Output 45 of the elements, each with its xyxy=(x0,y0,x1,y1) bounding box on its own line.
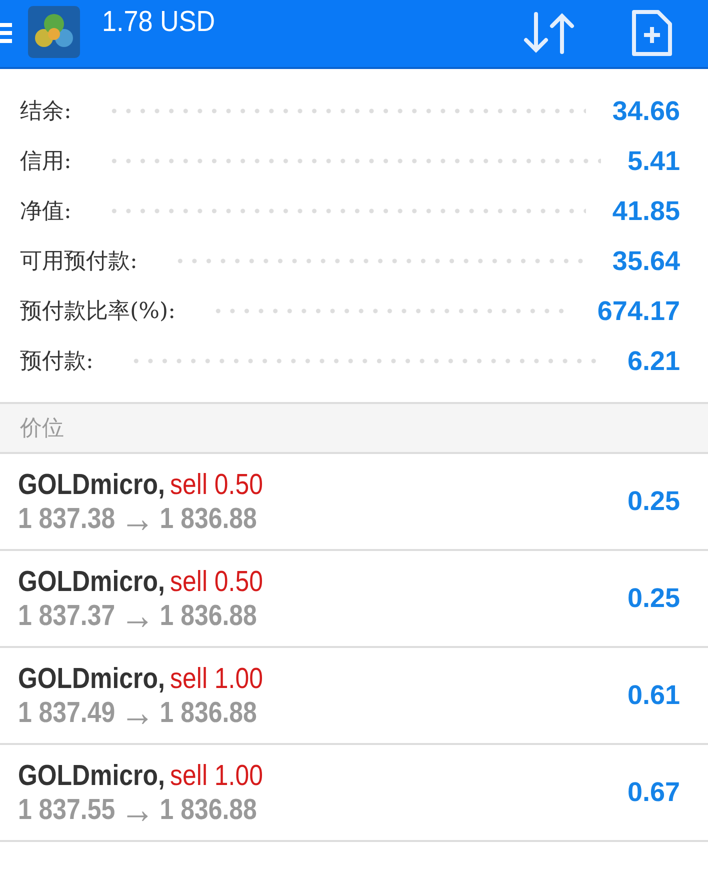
field-label: 预付款比率(%): xyxy=(20,298,176,326)
field-value: 5.41 xyxy=(627,146,680,176)
position-row[interactable]: GOLDmicro, sell 1.00 1 837.55→1 836.88 0.67 xyxy=(0,745,708,842)
section-title: 价位 xyxy=(20,415,64,443)
arrow-text: → xyxy=(120,598,155,632)
arrow-text: → xyxy=(120,792,155,826)
sort-icon[interactable] xyxy=(522,10,576,56)
current-price: 1 836.88 xyxy=(160,502,257,536)
field-value: 674.17 xyxy=(597,296,680,326)
open-price: 1 837.37 xyxy=(18,598,116,632)
field-label: 预付款: xyxy=(20,348,94,376)
order-type: sell 1.00 xyxy=(170,758,263,792)
open-price: 1 837.55 xyxy=(18,792,116,826)
open-price: 1 837.38 xyxy=(18,502,116,536)
current-price: 1 836.88 xyxy=(160,696,257,730)
open-price: 1 837.49 xyxy=(18,696,116,730)
profit-value: 0.67 xyxy=(627,777,680,808)
profit-value: 0.25 xyxy=(627,583,680,614)
app-logo-icon xyxy=(28,6,80,58)
position-row[interactable]: GOLDmicro, sell 0.50 1 837.37→1 836.88 0.25 xyxy=(0,551,708,648)
field-value: 34.66 xyxy=(612,96,680,126)
profit-value: 0.61 xyxy=(627,680,680,711)
symbol-name: GOLDmicro, xyxy=(18,564,165,598)
symbol-name: GOLDmicro, xyxy=(18,662,165,696)
menu-icon[interactable] xyxy=(0,21,14,45)
field-label: 结余: xyxy=(20,98,72,126)
field-value: 41.85 xyxy=(612,196,680,226)
arrow-text: → xyxy=(120,502,155,536)
field-label: 可用预付款: xyxy=(20,248,138,276)
field-label: 信用: xyxy=(20,148,72,176)
field-value: 6.21 xyxy=(627,346,680,376)
field-label: 净值: xyxy=(20,198,72,226)
position-row[interactable]: GOLDmicro, sell 0.50 1 837.38→1 836.88 0.25 xyxy=(0,454,708,551)
symbol-name: GOLDmicro, xyxy=(18,468,165,502)
order-type: sell 1.00 xyxy=(170,662,263,696)
order-type: sell 0.50 xyxy=(170,564,263,598)
order-type: sell 0.50 xyxy=(170,468,263,502)
profit-value: 0.25 xyxy=(627,486,680,517)
position-row[interactable]: GOLDmicro, sell 1.00 1 837.49→1 836.88 0.61 xyxy=(0,648,708,745)
arrow-text: → xyxy=(120,696,155,730)
account-balance: 1.78 USD xyxy=(102,5,216,39)
field-value: 35.64 xyxy=(612,246,680,276)
symbol-name: GOLDmicro, xyxy=(18,758,165,792)
current-price: 1 836.88 xyxy=(160,792,257,826)
current-price: 1 836.88 xyxy=(160,598,257,632)
